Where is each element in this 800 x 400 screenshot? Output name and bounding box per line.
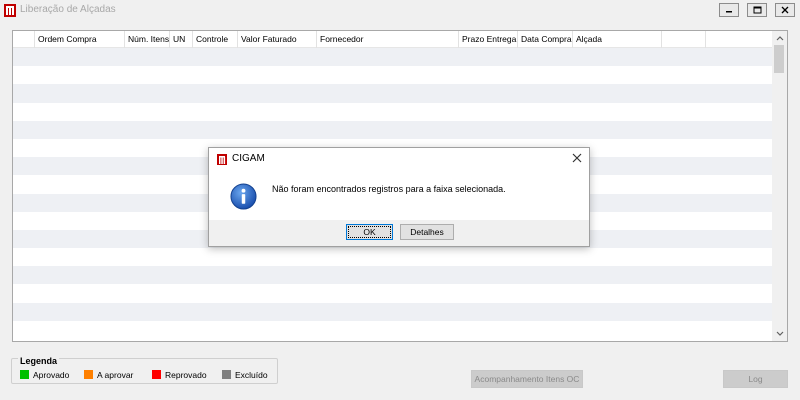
column-header-extra-1[interactable] <box>662 31 706 48</box>
table-row[interactable] <box>13 248 773 267</box>
table-row[interactable] <box>13 102 773 121</box>
close-button[interactable] <box>775 3 795 17</box>
orange-swatch <box>84 370 93 379</box>
dialog-footer: OK Detalhes <box>209 220 589 246</box>
window-title: Liberação de Alçadas <box>20 4 116 15</box>
gray-swatch <box>222 370 231 379</box>
column-header-extra-2[interactable] <box>706 31 773 48</box>
grid-header: Ordem Compra Núm. Itens UN Controle Valo… <box>13 31 773 48</box>
column-header-num-itens[interactable]: Núm. Itens <box>125 31 170 48</box>
scroll-down-icon[interactable] <box>772 327 787 341</box>
legend-item-reprovado: Reprovado <box>152 370 207 380</box>
legend-title: Legenda <box>18 356 60 366</box>
column-header-indicator[interactable] <box>13 31 35 48</box>
legend-label: Reprovado <box>165 370 207 380</box>
table-row[interactable] <box>13 284 773 303</box>
column-header-prazo-entrega[interactable]: Prazo Entrega <box>459 31 518 48</box>
cigam-logo-icon <box>4 4 16 17</box>
info-icon <box>230 183 257 210</box>
table-row[interactable] <box>13 84 773 103</box>
column-header-controle[interactable]: Controle <box>193 31 238 48</box>
legend-group: Legenda Aprovado A aprovar Reprovado Exc… <box>11 356 278 384</box>
message-dialog: CIGAM Não foram encontrados registros pa… <box>208 147 590 247</box>
column-header-valor-faturado[interactable]: Valor Faturado <box>238 31 317 48</box>
log-button[interactable]: Log <box>723 370 788 388</box>
column-header-fornecedor[interactable]: Fornecedor <box>317 31 459 48</box>
column-header-ordem-compra[interactable]: Ordem Compra <box>35 31 125 48</box>
table-row[interactable] <box>13 66 773 85</box>
legend-label: Excluído <box>235 370 268 380</box>
legend-item-excluido: Excluído <box>222 370 268 380</box>
restore-button[interactable] <box>747 3 767 17</box>
column-header-un[interactable]: UN <box>170 31 193 48</box>
table-row[interactable] <box>13 302 773 321</box>
green-swatch <box>20 370 29 379</box>
table-row[interactable] <box>13 120 773 139</box>
dialog-title: CIGAM <box>232 153 265 164</box>
legend-label: Aprovado <box>33 370 70 380</box>
legend-item-aprovado: Aprovado <box>20 370 69 380</box>
table-row[interactable] <box>13 266 773 285</box>
legend-label: A aprovar <box>97 370 134 380</box>
title-bar: Liberação de Alçadas <box>0 0 800 22</box>
vertical-scrollbar[interactable] <box>772 31 787 341</box>
close-icon[interactable] <box>571 152 583 164</box>
cigam-logo-icon <box>217 154 227 165</box>
restore-icon <box>753 6 761 14</box>
ok-button[interactable]: OK <box>346 224 393 240</box>
legend-item-a-aprovar: A aprovar <box>84 370 133 380</box>
red-swatch <box>152 370 161 379</box>
column-header-data-compra[interactable]: Data Compra <box>518 31 573 48</box>
dialog-message: Não foram encontrados registros para a f… <box>272 184 506 194</box>
minimize-button[interactable] <box>719 3 739 17</box>
table-row[interactable] <box>13 48 773 67</box>
scroll-thumb[interactable] <box>774 45 784 73</box>
table-row[interactable] <box>13 320 773 339</box>
scroll-up-icon[interactable] <box>772 31 787 45</box>
column-header-alcada[interactable]: Alçada <box>573 31 662 48</box>
minimize-icon <box>726 11 732 13</box>
acompanhamento-itens-oc-button[interactable]: Acompanhamento Itens OC <box>471 370 583 388</box>
dialog-body: Não foram encontrados registros para a f… <box>209 170 589 220</box>
details-button[interactable]: Detalhes <box>400 224 454 240</box>
close-icon <box>781 6 789 14</box>
